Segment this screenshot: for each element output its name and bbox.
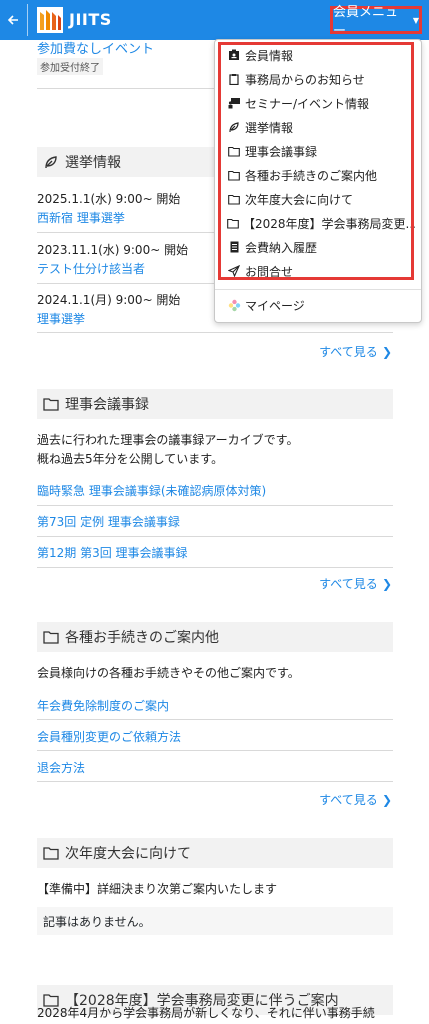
see-all-link[interactable]: すべて見る ❯ xyxy=(319,343,392,360)
paper-plane-icon xyxy=(227,264,241,278)
section-header-board: 理事会議事録 xyxy=(37,389,393,419)
menu-item-label: 理事会議事録 xyxy=(245,144,318,159)
procedures-desc: 会員様向けの各種お手続きやその他ご案内です。 xyxy=(37,666,300,680)
board-link[interactable]: 第12期 第3回 理事会議事録 xyxy=(37,544,393,561)
clipboard-icon xyxy=(227,72,241,86)
menu-item-label: マイページ xyxy=(245,298,305,313)
menu-item-office-change[interactable]: 【2028年度】学会事務局変更... xyxy=(227,212,415,234)
section-header-next-conf: 次年度大会に向けて xyxy=(37,838,393,868)
section-title: 次年度大会に向けて xyxy=(65,846,191,862)
board-desc: 概ね過去5年分を公開しています。 xyxy=(37,452,224,466)
menu-item-label: 選挙情報 xyxy=(245,120,294,135)
menu-item-label: 事務局からのお知らせ xyxy=(245,72,365,87)
menu-item-label: お問合せ xyxy=(245,264,294,279)
divider xyxy=(37,781,393,782)
procedure-link[interactable]: 年会費免除制度のご案内 xyxy=(37,697,393,714)
office-desc: 2028年4月から学会事務局が新しくなり、それに伴い事務手続 xyxy=(37,1006,375,1020)
seedling-icon xyxy=(45,156,57,169)
folder-icon xyxy=(227,192,241,206)
menu-item-label: 各種お手続きのご案内他 xyxy=(245,168,378,183)
chevron-right-icon: ❯ xyxy=(377,793,392,807)
next-conf-text: 【準備中】詳細決まり次第ご案内いたします xyxy=(37,882,278,896)
menu-item-label: 次年度大会に向けて xyxy=(245,192,354,207)
divider xyxy=(37,505,393,506)
menu-item-label: 【2028年度】学会事務局変更... xyxy=(243,216,415,231)
menu-item-label: セミナー/イベント情報 xyxy=(245,96,370,111)
section-title: 理事会議事録 xyxy=(65,397,149,413)
header-divider xyxy=(27,4,28,36)
chevron-right-icon: ❯ xyxy=(377,345,392,359)
divider xyxy=(37,567,393,568)
see-all-link[interactable]: すべて見る ❯ xyxy=(319,791,392,808)
menu-item-seminar[interactable]: セミナー/イベント情報 xyxy=(227,92,415,114)
menu-item-notices[interactable]: 事務局からのお知らせ xyxy=(227,68,415,90)
divider xyxy=(37,536,393,537)
no-articles-box: 記事はありません。 xyxy=(37,907,393,935)
menu-item-fee-history[interactable]: 会費納入履歴 xyxy=(227,236,415,258)
menu-item-mypage[interactable]: マイページ xyxy=(227,294,415,316)
member-menu-label: 会員メニュー xyxy=(333,5,399,39)
folder-icon xyxy=(227,216,239,230)
menu-item-procedures[interactable]: 各種お手続きのご案内他 xyxy=(227,164,415,186)
board-desc: 過去に行われた理事会の議事録アーカイブです。 xyxy=(37,433,299,447)
folder-icon xyxy=(227,168,241,182)
board-link[interactable]: 第73回 定例 理事会議事録 xyxy=(37,513,393,530)
divider xyxy=(37,719,393,720)
procedure-link[interactable]: 退会方法 xyxy=(37,759,393,776)
procedure-link[interactable]: 会員種別変更のご依頼方法 xyxy=(37,728,393,745)
section-title: 選挙情報 xyxy=(65,155,121,171)
divider xyxy=(37,750,393,751)
id-card-icon xyxy=(227,48,241,62)
board-link[interactable]: 臨時緊急 理事会議事録(未確認病原体対策) xyxy=(37,482,393,499)
back-arrow-icon[interactable] xyxy=(0,0,26,40)
app-logo[interactable] xyxy=(37,7,63,33)
see-all-label: すべて見る xyxy=(319,345,378,359)
menu-item-member-info[interactable]: 会員情報 xyxy=(227,44,415,66)
menu-divider xyxy=(215,289,421,290)
document-icon xyxy=(227,240,241,254)
folder-icon xyxy=(43,847,59,860)
member-menu-button[interactable]: 会員メニュー ▼ xyxy=(330,5,422,39)
flower-icon xyxy=(227,298,241,312)
section-title: 各種お手続きのご案内他 xyxy=(65,630,219,646)
menu-item-board[interactable]: 理事会議事録 xyxy=(227,140,415,162)
see-all-label: すべて見る xyxy=(319,577,378,591)
see-all-label: すべて見る xyxy=(319,793,378,807)
presentation-icon xyxy=(227,96,241,110)
menu-item-label: 会費納入履歴 xyxy=(245,240,318,255)
caret-down-icon: ▼ xyxy=(412,15,419,25)
no-articles-text: 記事はありません。 xyxy=(43,914,151,929)
top-bar: JIITS 会員メニュー ▼ xyxy=(0,0,429,40)
see-all-link[interactable]: すべて見る ❯ xyxy=(319,575,392,592)
status-badge: 参加受付終了 xyxy=(37,58,103,75)
menu-item-election[interactable]: 選挙情報 xyxy=(227,116,415,138)
folder-icon xyxy=(227,144,241,158)
app-title: JIITS xyxy=(69,10,112,29)
section-header-procedures: 各種お手続きのご案内他 xyxy=(37,622,393,652)
menu-item-label: 会員情報 xyxy=(245,48,294,63)
menu-item-contact[interactable]: お問合せ xyxy=(227,260,415,282)
menu-item-next-conf[interactable]: 次年度大会に向けて xyxy=(227,188,415,210)
folder-icon xyxy=(43,631,59,644)
folder-icon xyxy=(43,398,59,411)
divider xyxy=(37,332,393,333)
seedling-icon xyxy=(227,120,241,134)
chevron-right-icon: ❯ xyxy=(377,577,392,591)
member-menu-dropdown: 会員情報 事務局からのお知らせ セミナー/イベント情報 選挙情報 理事会議事録 … xyxy=(214,39,422,323)
